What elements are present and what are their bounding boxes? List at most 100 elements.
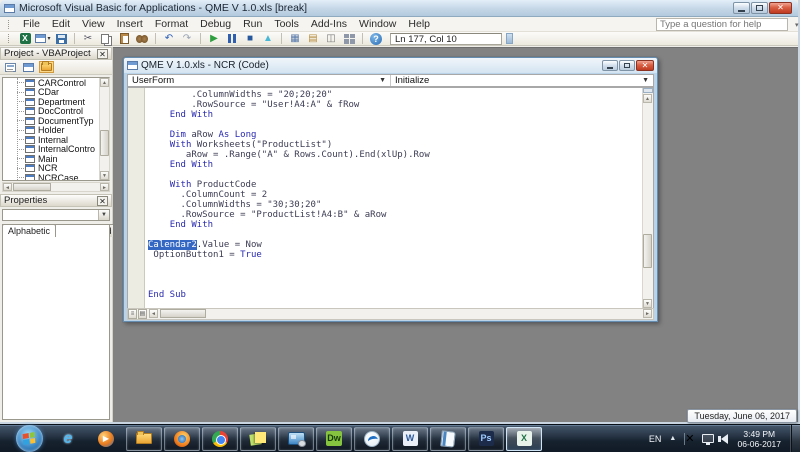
code-margin-indicator-bar[interactable] (128, 88, 145, 308)
code-line[interactable]: End With (148, 160, 642, 170)
language-indicator[interactable]: EN (649, 434, 662, 444)
toolbox-icon[interactable] (341, 32, 357, 45)
code-line[interactable]: End With (148, 220, 642, 230)
action-center-flag-icon[interactable]: ✕ (684, 432, 694, 445)
menu-help[interactable]: Help (402, 18, 436, 30)
code-line[interactable]: Dim aRow As Long (148, 130, 642, 140)
menu-grip[interactable] (8, 20, 11, 29)
project-close-icon[interactable]: ✕ (97, 49, 108, 59)
internet-explorer-icon[interactable]: e (50, 427, 86, 451)
code-line[interactable] (148, 260, 642, 270)
paste-icon[interactable] (116, 32, 132, 45)
help-icon[interactable]: ? (368, 32, 384, 45)
code-line[interactable]: .ColumnWidths = "30;30;20" (148, 200, 642, 210)
code-line[interactable] (148, 270, 642, 280)
tree-item-main[interactable]: Main (3, 154, 109, 164)
photoshop-icon[interactable]: Ps (468, 427, 504, 451)
notebook-app-icon[interactable] (430, 427, 466, 451)
properties-close-icon[interactable]: ✕ (97, 196, 108, 206)
tree-item-holder[interactable]: Holder (3, 126, 109, 136)
eagleget-icon[interactable] (354, 427, 390, 451)
scroll-left-icon[interactable]: ◄ (149, 309, 158, 318)
help-dropdown-icon[interactable]: ▾ (795, 21, 800, 29)
undo-icon[interactable]: ↶ (161, 32, 177, 45)
scroll-thumb[interactable] (100, 130, 109, 156)
close-button[interactable]: ✕ (769, 2, 792, 14)
code-line[interactable]: .RowSource = "ProductList!A4:B" & aRow (148, 210, 642, 220)
start-button[interactable] (16, 425, 43, 452)
menu-view[interactable]: View (76, 18, 111, 30)
scroll-thumb[interactable] (160, 309, 206, 318)
minimize-button[interactable] (733, 2, 750, 14)
code-line[interactable]: .ColumnCount = 2 (148, 190, 642, 200)
code-line[interactable] (148, 170, 642, 180)
tree-item-department[interactable]: Department (3, 97, 109, 107)
code-line[interactable]: With Worksheets("ProductList") (148, 140, 642, 150)
project-panel-header[interactable]: Project - VBAProject ✕ (0, 47, 112, 60)
code-line[interactable]: aRow = .Range("A" & Rows.Count).End(xlUp… (148, 150, 642, 160)
chrome-icon[interactable] (202, 427, 238, 451)
code-close-button[interactable]: ✕ (636, 60, 654, 71)
scroll-up-icon[interactable]: ▲ (643, 94, 652, 103)
menu-file[interactable]: File (17, 18, 46, 30)
maximize-button[interactable] (751, 2, 768, 14)
menu-format[interactable]: Format (149, 18, 194, 30)
menu-tools[interactable]: Tools (268, 18, 305, 30)
code-minimize-button[interactable] (602, 60, 618, 71)
code-line[interactable]: With ProductCode (148, 180, 642, 190)
windows-explorer-icon[interactable] (126, 427, 162, 451)
scroll-left-icon[interactable]: ◄ (3, 183, 12, 191)
word-icon[interactable]: W (392, 427, 428, 451)
find-icon[interactable] (134, 32, 150, 45)
display-projector-icon[interactable] (278, 427, 314, 451)
menu-addins[interactable]: Add-Ins (305, 18, 353, 30)
code-line[interactable]: .ColumnWidths = "20;20;20" (148, 90, 642, 100)
project-explorer-icon[interactable]: ▦ (287, 32, 303, 45)
dreamweaver-icon[interactable]: Dw (316, 427, 352, 451)
tree-item-cdar[interactable]: CDar (3, 88, 109, 98)
code-line[interactable]: Calendar2.Value = Now (148, 240, 642, 250)
full-module-view-button[interactable]: ▤ (138, 309, 147, 319)
code-restore-button[interactable] (619, 60, 635, 71)
toggle-folders-button[interactable] (39, 61, 54, 73)
procedure-dropdown[interactable]: Initialize ▼ (390, 75, 653, 86)
scroll-right-icon[interactable]: ► (100, 183, 109, 191)
tree-item-ncr[interactable]: NCR (3, 164, 109, 174)
split-handle[interactable] (643, 88, 653, 93)
code-text-area[interactable]: .ColumnWidths = "20;20;20" .RowSource = … (146, 88, 642, 308)
scroll-thumb[interactable] (643, 234, 652, 268)
hidden-icons-arrow[interactable]: ▲ (669, 435, 676, 442)
tree-item-internal[interactable]: Internal (3, 135, 109, 145)
properties-panel-header[interactable]: Properties ✕ (0, 194, 112, 207)
dropdown-arrow-icon[interactable]: ▼ (379, 77, 386, 84)
code-line[interactable] (148, 120, 642, 130)
code-line[interactable] (148, 230, 642, 240)
scroll-thumb[interactable] (13, 183, 51, 191)
scroll-down-icon[interactable]: ▼ (100, 171, 109, 180)
firefox-icon[interactable] (164, 427, 200, 451)
break-icon[interactable] (224, 32, 240, 45)
dropdown-arrow-icon[interactable]: ▼ (98, 210, 109, 220)
menu-debug[interactable]: Debug (194, 18, 237, 30)
tab-alphabetic[interactable]: Alphabetic (2, 224, 56, 237)
redo-icon[interactable]: ↷ (179, 32, 195, 45)
help-search-box[interactable]: ▾ (656, 18, 788, 31)
object-browser-icon[interactable]: ◫ (323, 32, 339, 45)
code-hscrollbar[interactable]: ≡ ▤ ◄ ► (127, 308, 654, 320)
object-dropdown[interactable]: UserForm ▼ (128, 75, 390, 86)
tree-item-carcontrol[interactable]: CARControl (3, 78, 109, 88)
tree-item-internalcontro[interactable]: InternalContro (3, 145, 109, 155)
scroll-right-icon[interactable]: ► (643, 309, 652, 318)
project-tree-hscrollbar[interactable]: ◄ ► (2, 182, 110, 192)
excel-view-icon[interactable]: X (17, 32, 33, 45)
menu-run[interactable]: Run (237, 18, 268, 30)
code-vscrollbar[interactable]: ▲ ▼ (642, 88, 653, 308)
scroll-down-icon[interactable]: ▼ (643, 299, 652, 308)
code-line[interactable]: OptionButton1 = True (148, 250, 642, 260)
menu-insert[interactable]: Insert (111, 18, 149, 30)
code-line[interactable]: .RowSource = "User!A4:A" & fRow (148, 100, 642, 110)
code-window[interactable]: QME V 1.0.xls - NCR (Code) ✕ UserForm ▼ … (123, 57, 658, 322)
copy-icon[interactable] (98, 32, 114, 45)
tree-item-documenttyp[interactable]: DocumentTyp (3, 116, 109, 126)
show-desktop-button[interactable] (791, 425, 800, 452)
